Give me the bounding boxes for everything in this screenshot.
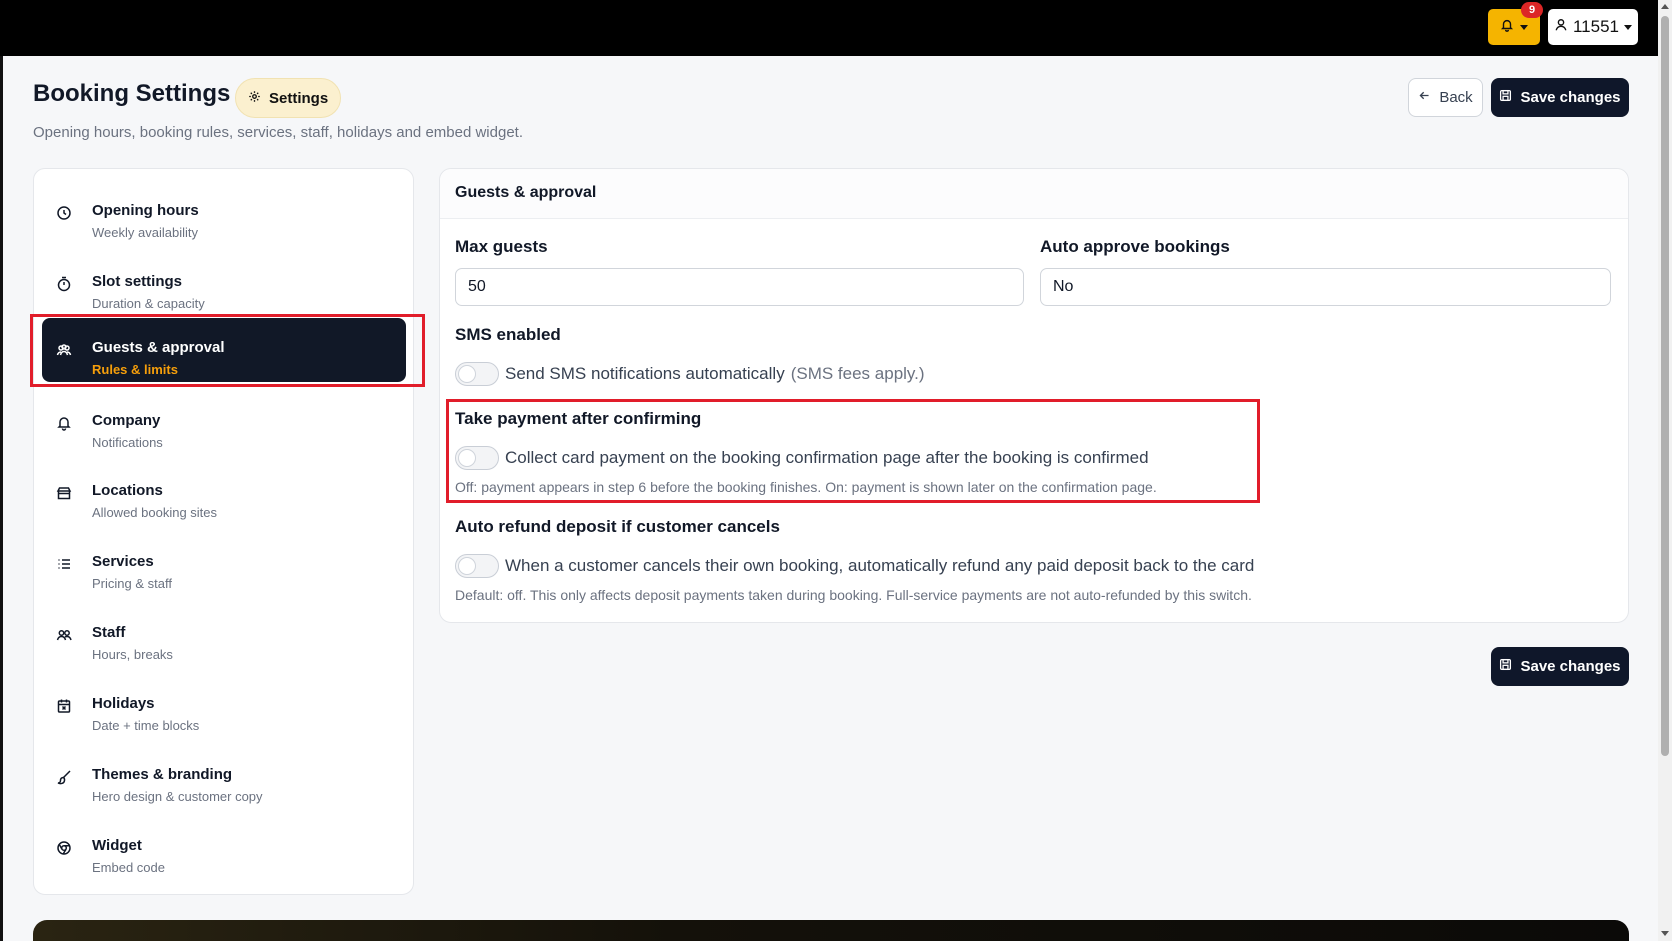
take-payment-toggle-text: Collect card payment on the booking conf… (505, 448, 1149, 467)
scroll-up-arrow-icon[interactable] (1661, 4, 1669, 9)
save-icon (1499, 658, 1512, 675)
scrollbar[interactable] (1658, 0, 1672, 941)
calendar-x-icon (56, 698, 72, 714)
auto-refund-toggle-text: When a customer cancels their own bookin… (505, 556, 1255, 575)
sidebar-item-services[interactable]: Services Pricing & staff (42, 532, 406, 596)
sidebar-item-subtitle: Duration & capacity (92, 296, 205, 311)
sidebar-item-subtitle: Rules & limits (92, 362, 178, 377)
sidebar-item-subtitle: Hours, breaks (92, 647, 173, 662)
take-payment-help: Off: payment appears in step 6 before th… (455, 479, 1157, 495)
sms-enabled-label: SMS enabled (455, 325, 561, 344)
save-changes-button[interactable]: Save changes (1491, 78, 1629, 117)
back-label: Back (1439, 89, 1473, 106)
sidebar-item-title: Guests & approval (92, 339, 225, 356)
sms-fee-note: (SMS fees apply.) (790, 364, 925, 383)
notification-badge: 9 (1521, 2, 1543, 18)
auto-refund-toggle-row: When a customer cancels their own bookin… (455, 554, 1254, 578)
sidebar-item-guests-approval[interactable]: Guests & approval Rules & limits (42, 318, 406, 382)
scroll-thumb[interactable] (1661, 16, 1669, 756)
sidebar-item-title: Company (92, 412, 161, 429)
sidebar-item-staff[interactable]: Staff Hours, breaks (42, 603, 406, 667)
sms-toggle-text: Send SMS notifications automatically (505, 364, 785, 383)
save-label: Save changes (1520, 658, 1621, 675)
max-guests-input[interactable]: 50 (455, 268, 1024, 306)
chrome-icon (56, 840, 72, 856)
chevron-down-icon (1624, 24, 1632, 30)
sidebar-item-subtitle: Allowed booking sites (92, 505, 218, 520)
sidebar-item-title: Widget (92, 837, 142, 854)
take-payment-toggle[interactable] (455, 446, 499, 470)
bell-icon (56, 415, 72, 431)
save-changes-button[interactable]: Save changes (1491, 647, 1629, 686)
auto-approve-label: Auto approve bookings (1040, 237, 1230, 256)
panel-title: Guests & approval (455, 184, 597, 201)
gear-icon (248, 90, 261, 107)
sms-toggle[interactable] (455, 362, 499, 386)
top-bar (0, 0, 1672, 56)
take-payment-label: Take payment after confirming (455, 409, 702, 428)
panel-header: Guests & approval (440, 169, 1628, 219)
take-payment-toggle-row: Collect card payment on the booking conf… (455, 446, 1149, 470)
toggle-knob (458, 557, 476, 575)
brush-icon (56, 769, 72, 785)
page-title: Booking Settings (33, 80, 231, 107)
chevron-down-icon (1520, 24, 1528, 30)
sidebar-item-slot-settings[interactable]: Slot settings Duration & capacity (42, 252, 406, 316)
store-icon (56, 485, 72, 501)
save-label: Save changes (1520, 89, 1621, 106)
clock-icon (56, 205, 72, 221)
guests-approval-panel: Guests & approval Max guests 50 Auto app… (439, 168, 1629, 623)
sidebar-item-subtitle: Embed code (92, 860, 165, 875)
sidebar-item-subtitle: Weekly availability (92, 225, 198, 240)
timer-icon (56, 276, 72, 292)
settings-badge: Settings (235, 78, 342, 118)
window-edge (0, 56, 3, 941)
sms-toggle-row: Send SMS notifications automatically (SM… (455, 362, 925, 386)
hero-banner-preview (33, 920, 1629, 941)
save-icon (1499, 89, 1512, 106)
sidebar-item-company[interactable]: Company Notifications (42, 391, 406, 455)
arrow-left-icon (1418, 89, 1431, 106)
auto-refund-help: Default: off. This only affects deposit … (455, 587, 1252, 603)
max-guests-label: Max guests (455, 237, 548, 256)
sidebar-item-title: Opening hours (92, 202, 199, 219)
sidebar-item-holidays[interactable]: Holidays Date + time blocks (42, 674, 406, 738)
staff-icon (56, 627, 72, 643)
sidebar-item-title: Services (92, 553, 154, 570)
sidebar-item-subtitle: Date + time blocks (92, 718, 200, 733)
bell-icon (1500, 18, 1514, 37)
sidebar-item-title: Slot settings (92, 273, 183, 290)
sidebar-item-title: Locations (92, 482, 163, 499)
sidebar-item-themes-branding[interactable]: Themes & branding Hero design & customer… (42, 745, 406, 809)
sidebar-item-title: Themes & branding (92, 766, 233, 783)
sidebar-item-locations[interactable]: Locations Allowed booking sites (42, 461, 406, 525)
scroll-down-arrow-icon[interactable] (1661, 931, 1669, 936)
user-icon (1554, 17, 1568, 37)
sidebar-item-title: Holidays (92, 695, 155, 712)
page-subtitle: Opening hours, booking rules, services, … (33, 124, 524, 141)
sidebar-item-subtitle: Hero design & customer copy (92, 789, 263, 804)
sidebar-item-subtitle: Pricing & staff (92, 576, 172, 591)
auto-refund-label: Auto refund deposit if customer cancels (455, 517, 780, 536)
sidebar-item-widget[interactable]: Widget Embed code (42, 816, 406, 880)
settings-badge-label: Settings (269, 89, 329, 107)
users-icon (56, 342, 72, 358)
toggle-knob (458, 365, 476, 383)
sidebar-item-subtitle: Notifications (92, 435, 163, 450)
sidebar-item-opening-hours[interactable]: Opening hours Weekly availability (42, 181, 406, 245)
sidebar-item-title: Staff (92, 624, 126, 641)
user-label: 11551 (1572, 17, 1619, 36)
auto-approve-select[interactable]: No (1040, 268, 1611, 306)
toggle-knob (458, 449, 476, 467)
list-icon (56, 556, 72, 572)
auto-refund-toggle[interactable] (455, 554, 499, 578)
settings-sidebar: Opening hours Weekly availability Slot s… (33, 168, 414, 895)
back-button[interactable]: Back (1408, 78, 1483, 117)
user-menu-button[interactable]: 11551 (1548, 9, 1638, 45)
